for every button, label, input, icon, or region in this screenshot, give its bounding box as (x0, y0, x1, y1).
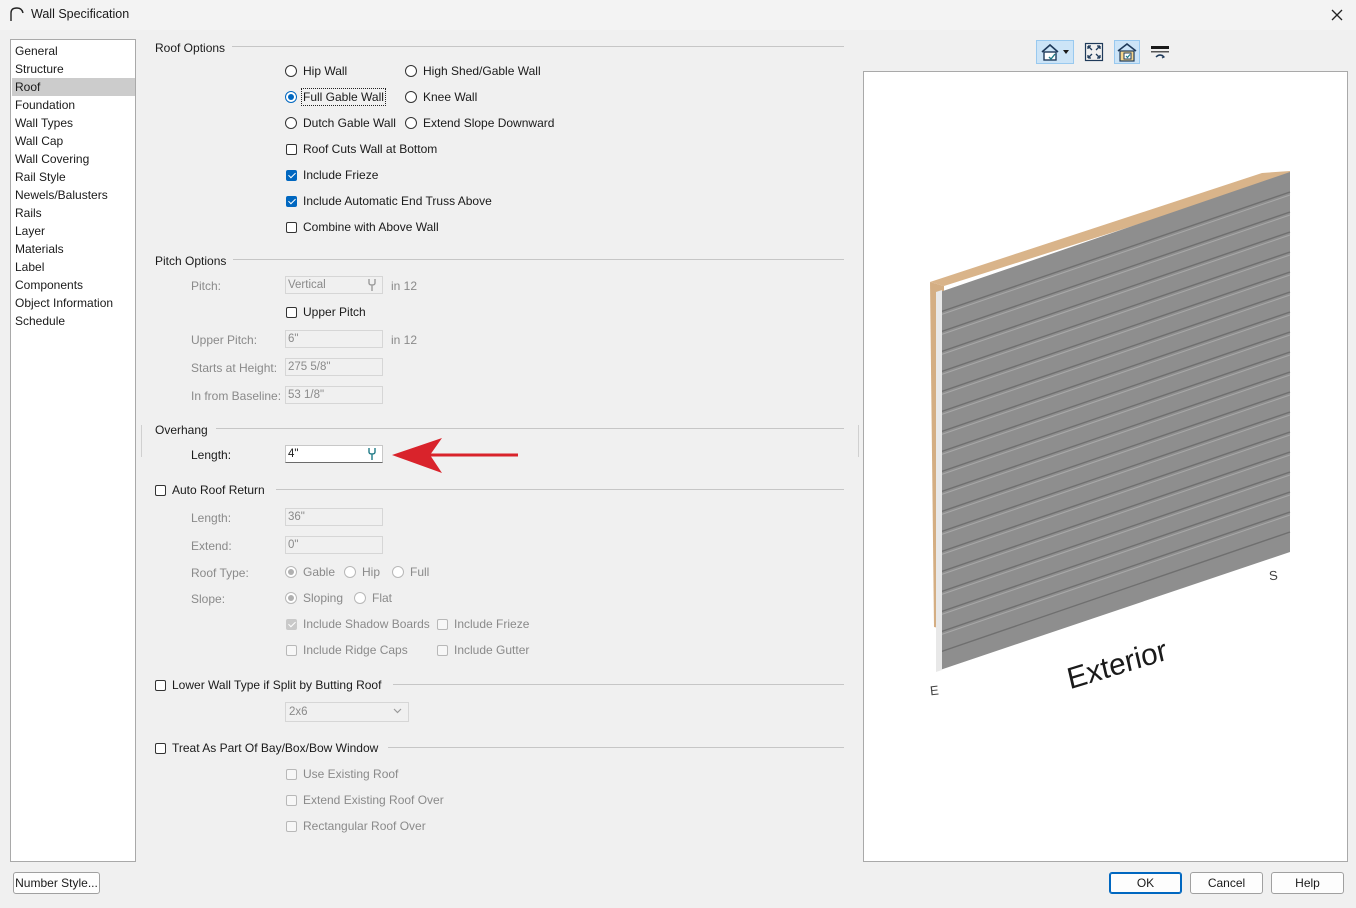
roof-options-divider (232, 46, 844, 47)
cross-section-icon[interactable] (1149, 43, 1171, 61)
nav-item-structure[interactable]: Structure (12, 60, 135, 78)
lower-wall-type-checkbox[interactable]: Lower Wall Type if Split by Butting Roof (155, 678, 381, 692)
app-icon (10, 7, 24, 21)
combine-with-above-wall-checkbox[interactable]: Combine with Above Wall (286, 220, 439, 234)
nav-item-rail-style[interactable]: Rail Style (12, 168, 135, 186)
nav-item-wall-covering[interactable]: Wall Covering (12, 150, 135, 168)
extend-slope-downward-radio[interactable]: Extend Slope Downward (405, 116, 554, 130)
wrench-icon[interactable] (366, 447, 378, 461)
wall-3d-render (930, 171, 1291, 672)
return-length-label: Length: (191, 511, 232, 525)
return-extend-field[interactable]: 0" (285, 536, 383, 554)
nav-item-foundation[interactable]: Foundation (12, 96, 135, 114)
fill-window-button[interactable] (1081, 40, 1107, 64)
close-icon[interactable] (1331, 9, 1343, 21)
nav-item-layer[interactable]: Layer (12, 222, 135, 240)
left-direction-marker: E (929, 682, 940, 699)
upper-pitch-label: Upper Pitch: (191, 333, 258, 347)
overhang-heading: Overhang (155, 423, 208, 437)
nav-item-newels-balusters[interactable]: Newels/Balusters (12, 186, 135, 204)
nav-item-wall-types[interactable]: Wall Types (12, 114, 135, 132)
pitch-options-heading: Pitch Options (155, 254, 227, 268)
return-length-field[interactable]: 36" (285, 508, 383, 526)
upper-pitch-checkbox[interactable]: Upper Pitch (286, 305, 366, 319)
hip-wall-radio[interactable]: Hip Wall (285, 64, 347, 78)
fill-window-icon[interactable] (1084, 42, 1104, 62)
include-end-truss-checkbox[interactable]: Include Automatic End Truss Above (286, 194, 492, 208)
gable-radio[interactable]: Gable (285, 565, 335, 579)
sloping-radio[interactable]: Sloping (285, 591, 343, 605)
roof-cuts-wall-checkbox[interactable]: Roof Cuts Wall at Bottom (286, 142, 437, 156)
bay-window-divider (388, 747, 844, 748)
close-button[interactable] (1326, 5, 1348, 25)
lower-wall-divider (393, 684, 844, 685)
roof-type-label: Roof Type: (191, 566, 249, 580)
include-ridge-caps-checkbox[interactable]: Include Ridge Caps (286, 643, 408, 657)
include-frieze-checkbox[interactable]: Include Frieze (286, 168, 378, 182)
dutch-gable-wall-radio[interactable]: Dutch Gable Wall (285, 116, 396, 130)
window-title: Wall Specification (31, 7, 130, 21)
help-button[interactable]: Help (1271, 872, 1344, 894)
nav-item-label[interactable]: Label (12, 258, 135, 276)
include-shadow-boards-checkbox[interactable]: Include Shadow Boards (286, 617, 430, 631)
nav-item-roof[interactable]: Roof (12, 78, 135, 96)
cross-section-button[interactable] (1147, 40, 1173, 64)
starts-at-height-label: Starts at Height: (191, 361, 278, 375)
wall-preview[interactable]: Exterior E S (863, 71, 1348, 862)
return-include-frieze-checkbox[interactable]: Include Frieze (437, 617, 529, 631)
cancel-button[interactable]: Cancel (1190, 872, 1263, 894)
roof-options-heading: Roof Options (155, 41, 226, 55)
nav-item-rails[interactable]: Rails (12, 204, 135, 222)
nav-item-materials[interactable]: Materials (12, 240, 135, 258)
arrow-annotation-icon (392, 438, 518, 473)
nav-item-components[interactable]: Components (12, 276, 135, 294)
slope-label: Slope: (191, 592, 226, 606)
nav-item-wall-cap[interactable]: Wall Cap (12, 132, 135, 150)
flat-radio[interactable]: Flat (354, 591, 392, 605)
number-style-button[interactable]: Number Style... (13, 872, 100, 894)
upper-pitch-field[interactable]: 6" (285, 330, 383, 348)
overhang-length-field[interactable]: 4" (285, 445, 383, 463)
rectangular-roof-over-checkbox[interactable]: Rectangular Roof Over (286, 819, 426, 833)
splitter-mark-right (858, 425, 859, 457)
nav-item-general[interactable]: General (12, 42, 135, 60)
upper-pitch-unit: in 12 (391, 333, 418, 347)
pitch-unit: in 12 (391, 279, 418, 293)
splitter-mark-left (141, 425, 142, 457)
lower-wall-type-select[interactable]: 2x6 (285, 702, 409, 722)
pitch-options-divider (233, 259, 844, 260)
right-direction-marker: S (1268, 567, 1279, 584)
pitch-field[interactable]: Vertical (285, 276, 383, 294)
hip-radio[interactable]: Hip (344, 565, 380, 579)
house-view-icon[interactable] (1040, 43, 1070, 61)
include-gutter-checkbox[interactable]: Include Gutter (437, 643, 529, 657)
house-options-icon[interactable] (1116, 42, 1138, 62)
overhang-length-label: Length: (191, 448, 232, 462)
ok-button[interactable]: OK (1109, 872, 1182, 894)
pitch-label: Pitch: (191, 279, 222, 293)
starts-at-height-field[interactable]: 275 5/8" (285, 358, 383, 376)
overhang-divider (216, 428, 844, 429)
chevron-down-icon[interactable] (393, 708, 402, 714)
in-from-baseline-label: In from Baseline: (191, 389, 282, 403)
nav-item-object-information[interactable]: Object Information (12, 294, 135, 312)
auto-roof-return-divider (276, 489, 844, 490)
knee-wall-radio[interactable]: Knee Wall (405, 90, 477, 104)
return-extend-label: Extend: (191, 539, 232, 553)
bay-box-bow-window-checkbox[interactable]: Treat As Part Of Bay/Box/Bow Window (155, 741, 378, 755)
wrench-icon[interactable] (366, 278, 378, 292)
render-technique-button[interactable] (1114, 40, 1140, 64)
title-bar (0, 0, 1356, 30)
nav-item-schedule[interactable]: Schedule (12, 312, 135, 330)
auto-roof-return-checkbox[interactable]: Auto Roof Return (155, 483, 265, 497)
category-list[interactable]: General Structure Roof Foundation Wall T… (10, 39, 136, 862)
in-from-baseline-field[interactable]: 53 1/8" (285, 386, 383, 404)
use-existing-roof-checkbox[interactable]: Use Existing Roof (286, 767, 398, 781)
full-radio[interactable]: Full (392, 565, 429, 579)
full-gable-wall-radio[interactable]: Full Gable Wall (285, 88, 386, 106)
extend-existing-roof-checkbox[interactable]: Extend Existing Roof Over (286, 793, 444, 807)
camera-view-button[interactable] (1036, 40, 1074, 64)
high-shed-gable-wall-radio[interactable]: High Shed/Gable Wall (405, 64, 541, 78)
